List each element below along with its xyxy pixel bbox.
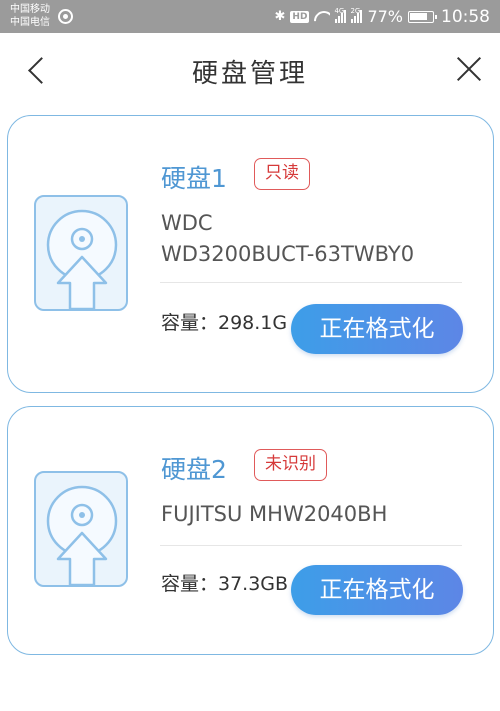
divider	[160, 545, 462, 546]
carrier-2-label: 中国电信	[10, 17, 50, 28]
signal-2-tag: 2G	[350, 7, 361, 15]
status-indicators: ✱ HD 4G 2G 77% 10:58	[275, 0, 490, 33]
signal-2-icon: 2G	[350, 7, 363, 23]
nav-bar: 硬盘管理	[0, 33, 500, 105]
bluetooth-icon: ✱	[274, 9, 286, 24]
disk-model-line-1: FUJITSU MHW2040BH	[161, 502, 388, 526]
disk-model-line-1: WDC	[161, 211, 213, 235]
page-title: 硬盘管理	[191, 59, 308, 89]
disk-model-line-2: WD3200BUCT-63TWBY0	[161, 242, 415, 266]
status-badge: 未识别	[254, 449, 327, 481]
hd-badge: HD	[290, 10, 310, 23]
battery-percent: 77%	[367, 7, 403, 26]
clock: 10:58	[441, 6, 490, 27]
status-bar: 中国移动 中国电信 ✱ HD 4G 2G 77% 10:58	[0, 0, 500, 33]
wifi-icon	[314, 11, 330, 23]
hard-disk-icon	[34, 195, 128, 311]
status-badge: 只读	[254, 158, 310, 190]
disk-card-2: 硬盘2 未识别 FUJITSU MHW2040BH 容量：37.3GB 正在格式…	[7, 406, 494, 655]
signal-1-icon: 4G	[334, 7, 347, 23]
disk-model: WDC WD3200BUCT-63TWBY0	[161, 208, 414, 270]
format-button[interactable]: 正在格式化	[291, 304, 463, 354]
disk-name: 硬盘2	[161, 455, 227, 484]
disk-card-1: 硬盘1 只读 WDC WD3200BUCT-63TWBY0 容量：298.1G …	[7, 115, 494, 393]
carrier-labels: 中国移动 中国电信	[10, 3, 50, 29]
carrier-1-label: 中国移动	[10, 4, 50, 15]
close-button[interactable]	[454, 53, 484, 83]
hard-disk-icon	[34, 471, 128, 587]
disk-model: FUJITSU MHW2040BH	[161, 499, 387, 530]
disk-capacity: 容量：298.1G	[161, 312, 288, 334]
battery-icon	[408, 10, 437, 23]
disk-capacity: 容量：37.3GB	[161, 573, 289, 595]
disk-name: 硬盘1	[161, 164, 227, 193]
signal-1-tag: 4G	[334, 7, 345, 15]
divider	[160, 282, 462, 283]
notification-icon	[58, 9, 73, 24]
format-button[interactable]: 正在格式化	[291, 565, 463, 615]
